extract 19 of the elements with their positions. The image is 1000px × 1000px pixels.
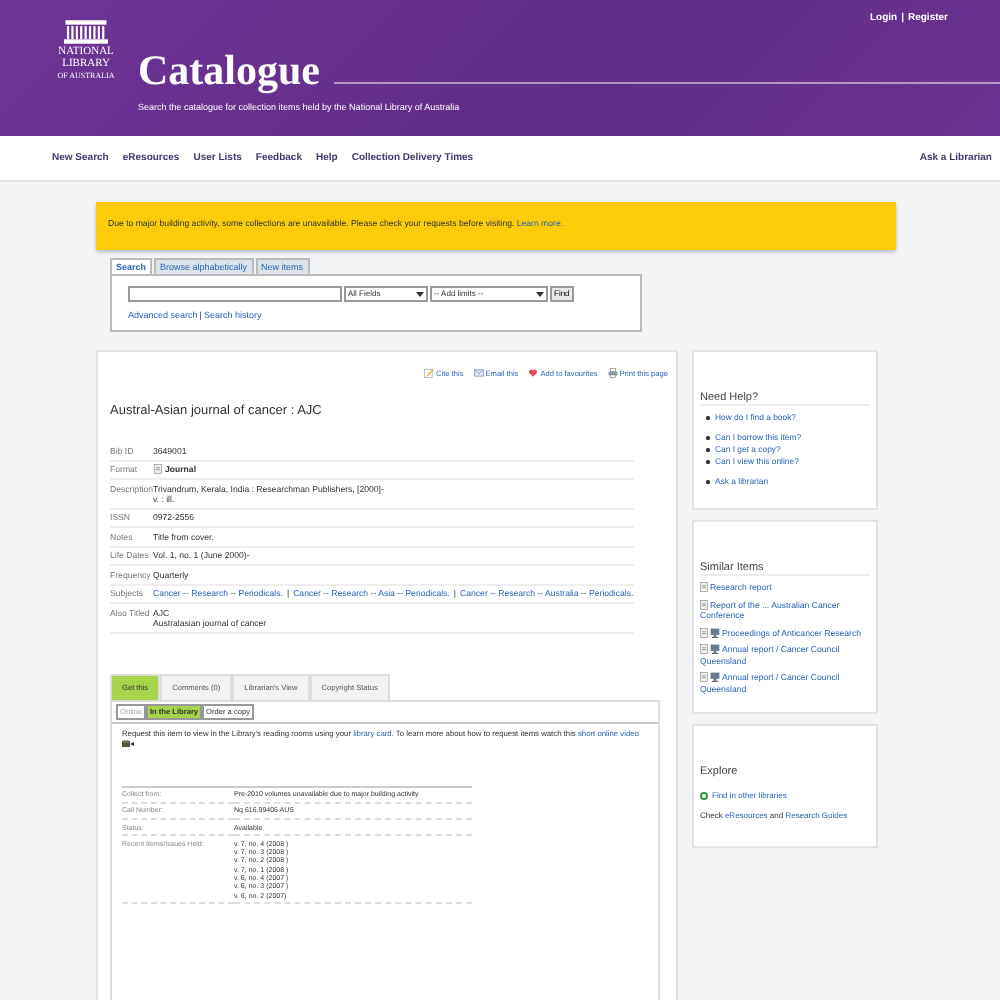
caret-icon [536,290,544,298]
page-title: Catalogue [138,48,322,92]
heart-icon [528,368,539,378]
journal-icon [700,672,708,683]
journal-icon [700,582,708,593]
monitor-icon [710,627,720,638]
caret-icon [416,290,424,298]
video-camera-icon [122,739,134,748]
building-icon [64,20,108,44]
monitor-icon [710,672,720,683]
journal-icon [700,644,708,655]
monitor-icon [710,644,720,655]
journal-icon [700,599,708,610]
search-input[interactable] [128,286,342,302]
envelope-icon [473,368,484,378]
printer-icon [607,368,618,378]
ring-icon [700,791,708,799]
journal-icon [700,627,708,638]
pencil-icon [424,368,435,378]
